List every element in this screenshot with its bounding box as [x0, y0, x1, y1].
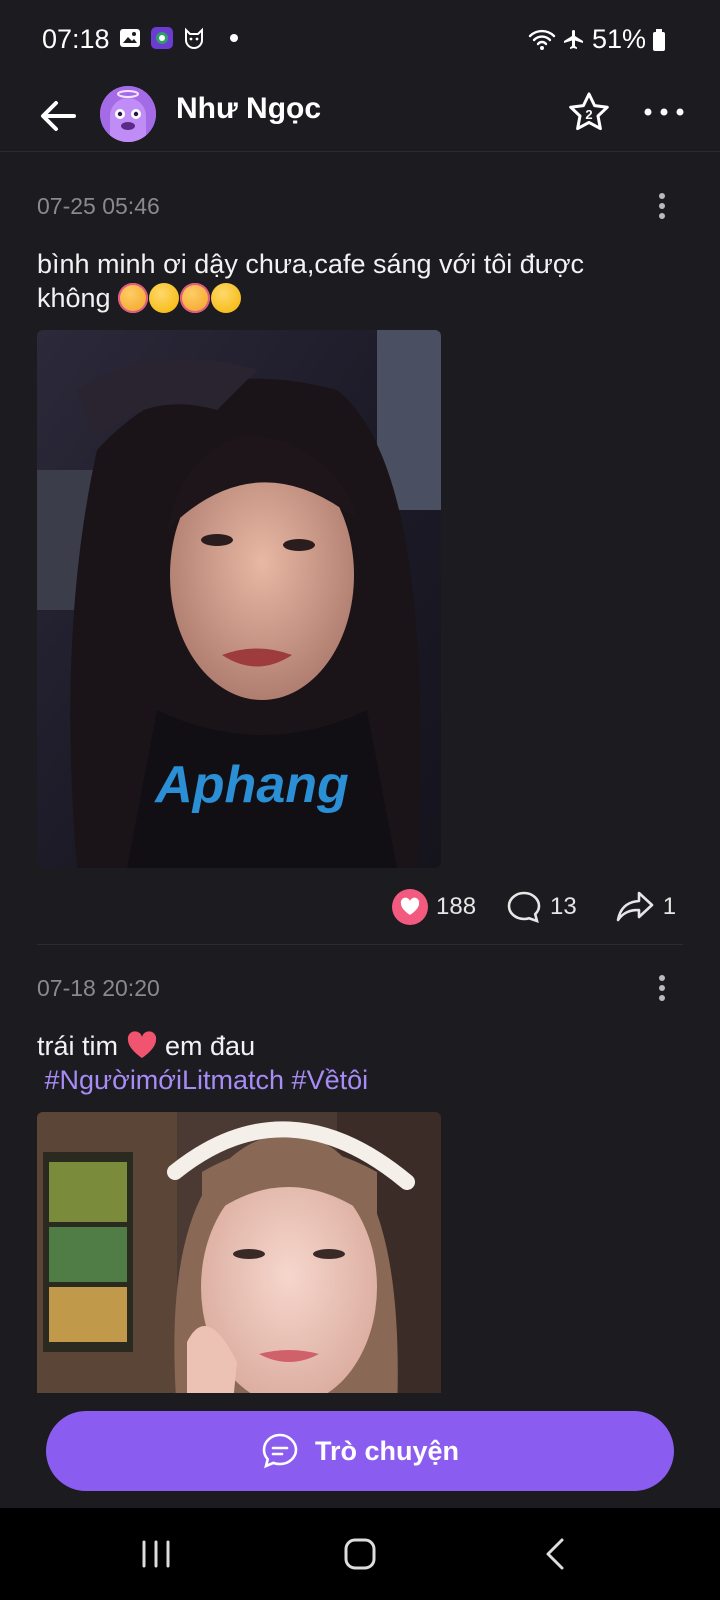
posts-feed[interactable]: 07-25 05:46 bình minh ơi dậy chưa,cafe s…: [0, 153, 720, 1393]
post-text-line: không: [37, 283, 111, 313]
home-icon[interactable]: [340, 1534, 380, 1574]
status-bar: 07:18 51%: [0, 0, 720, 80]
avatar[interactable]: [100, 86, 156, 142]
gallery-icon: [120, 29, 140, 47]
post-menu-icon[interactable]: [654, 191, 670, 221]
back-arrow-icon[interactable]: [36, 94, 80, 138]
comment-count: 13: [550, 893, 577, 920]
post-text-part: trái tim: [37, 1031, 118, 1061]
post-card: 07-18 20:20 trái tim em đau #NgườimớiLit…: [0, 945, 720, 1393]
like-count: 188: [436, 893, 477, 920]
post-text: trái tim em đau #NgườimớiLitmatch #Vềtôi: [37, 1029, 677, 1097]
post-text-part: em đau: [165, 1031, 256, 1061]
share-arrow-icon: [616, 891, 654, 922]
status-right-icons: 51%: [528, 24, 666, 55]
portrait-photo-image: [37, 1112, 441, 1393]
portrait-photo-image: Aphang: [37, 330, 441, 868]
battery-percent: 51%: [591, 24, 646, 54]
recent-apps-icon[interactable]: [136, 1534, 176, 1574]
wifi-icon: [528, 29, 556, 50]
like-button[interactable]: 188: [392, 889, 476, 925]
monster-avatar-icon: [100, 86, 156, 142]
cat-app-icon: [185, 27, 203, 49]
heart-icon: [392, 889, 428, 925]
post-card: 07-25 05:46 bình minh ơi dậy chưa,cafe s…: [0, 153, 720, 945]
post-photo[interactable]: Aphang: [37, 330, 441, 868]
hashtags-link[interactable]: #NgườimớiLitmatch #Vềtôi: [37, 1065, 369, 1095]
comment-bubble-icon: [507, 891, 541, 924]
post-photo[interactable]: [37, 1112, 441, 1393]
post-text-line: bình minh ơi dậy chưa,cafe sáng với tôi …: [37, 249, 585, 279]
profile-header: Như Ngọc 2: [0, 80, 720, 152]
back-nav-icon[interactable]: [536, 1534, 576, 1574]
status-time: 07:18: [42, 24, 110, 54]
battery-icon: [653, 28, 665, 51]
chat-button-label: Trò chuyện: [314, 1435, 460, 1466]
status-left-icons: [118, 26, 238, 50]
profile-name[interactable]: Như Ngọc: [176, 92, 321, 126]
chat-bubble-icon: [262, 1433, 298, 1469]
comment-button[interactable]: 13: [506, 889, 577, 925]
more-options-icon[interactable]: [642, 90, 686, 134]
watermark-text: Aphang: [153, 756, 349, 814]
post-actions: 188 13 1: [392, 889, 676, 925]
post-timestamp: 07-25 05:46: [37, 193, 160, 219]
favorite-star-icon[interactable]: 2: [566, 90, 612, 136]
post-timestamp: 07-18 20:20: [37, 975, 160, 1001]
red-heart-icon: [127, 1031, 156, 1058]
share-button[interactable]: 1: [615, 889, 676, 925]
share-count: 1: [662, 893, 677, 920]
notification-dot: [230, 34, 238, 42]
chat-bar: Trò chuyện: [0, 1393, 720, 1508]
airplane-icon: [563, 29, 583, 49]
system-nav-bar: [0, 1508, 720, 1600]
smiling-face-icon: [149, 283, 180, 313]
smiling-face-icon: [211, 283, 242, 313]
camera-app-icon: [151, 27, 173, 49]
smiling-face-with-hearts-icon: [180, 283, 211, 313]
star-badge: 2: [585, 107, 592, 122]
post-menu-icon[interactable]: [654, 973, 670, 1003]
chat-button[interactable]: Trò chuyện: [46, 1411, 674, 1491]
smiling-face-with-hearts-icon: [118, 283, 149, 313]
post-text: bình minh ơi dậy chưa,cafe sáng với tôi …: [37, 247, 677, 315]
